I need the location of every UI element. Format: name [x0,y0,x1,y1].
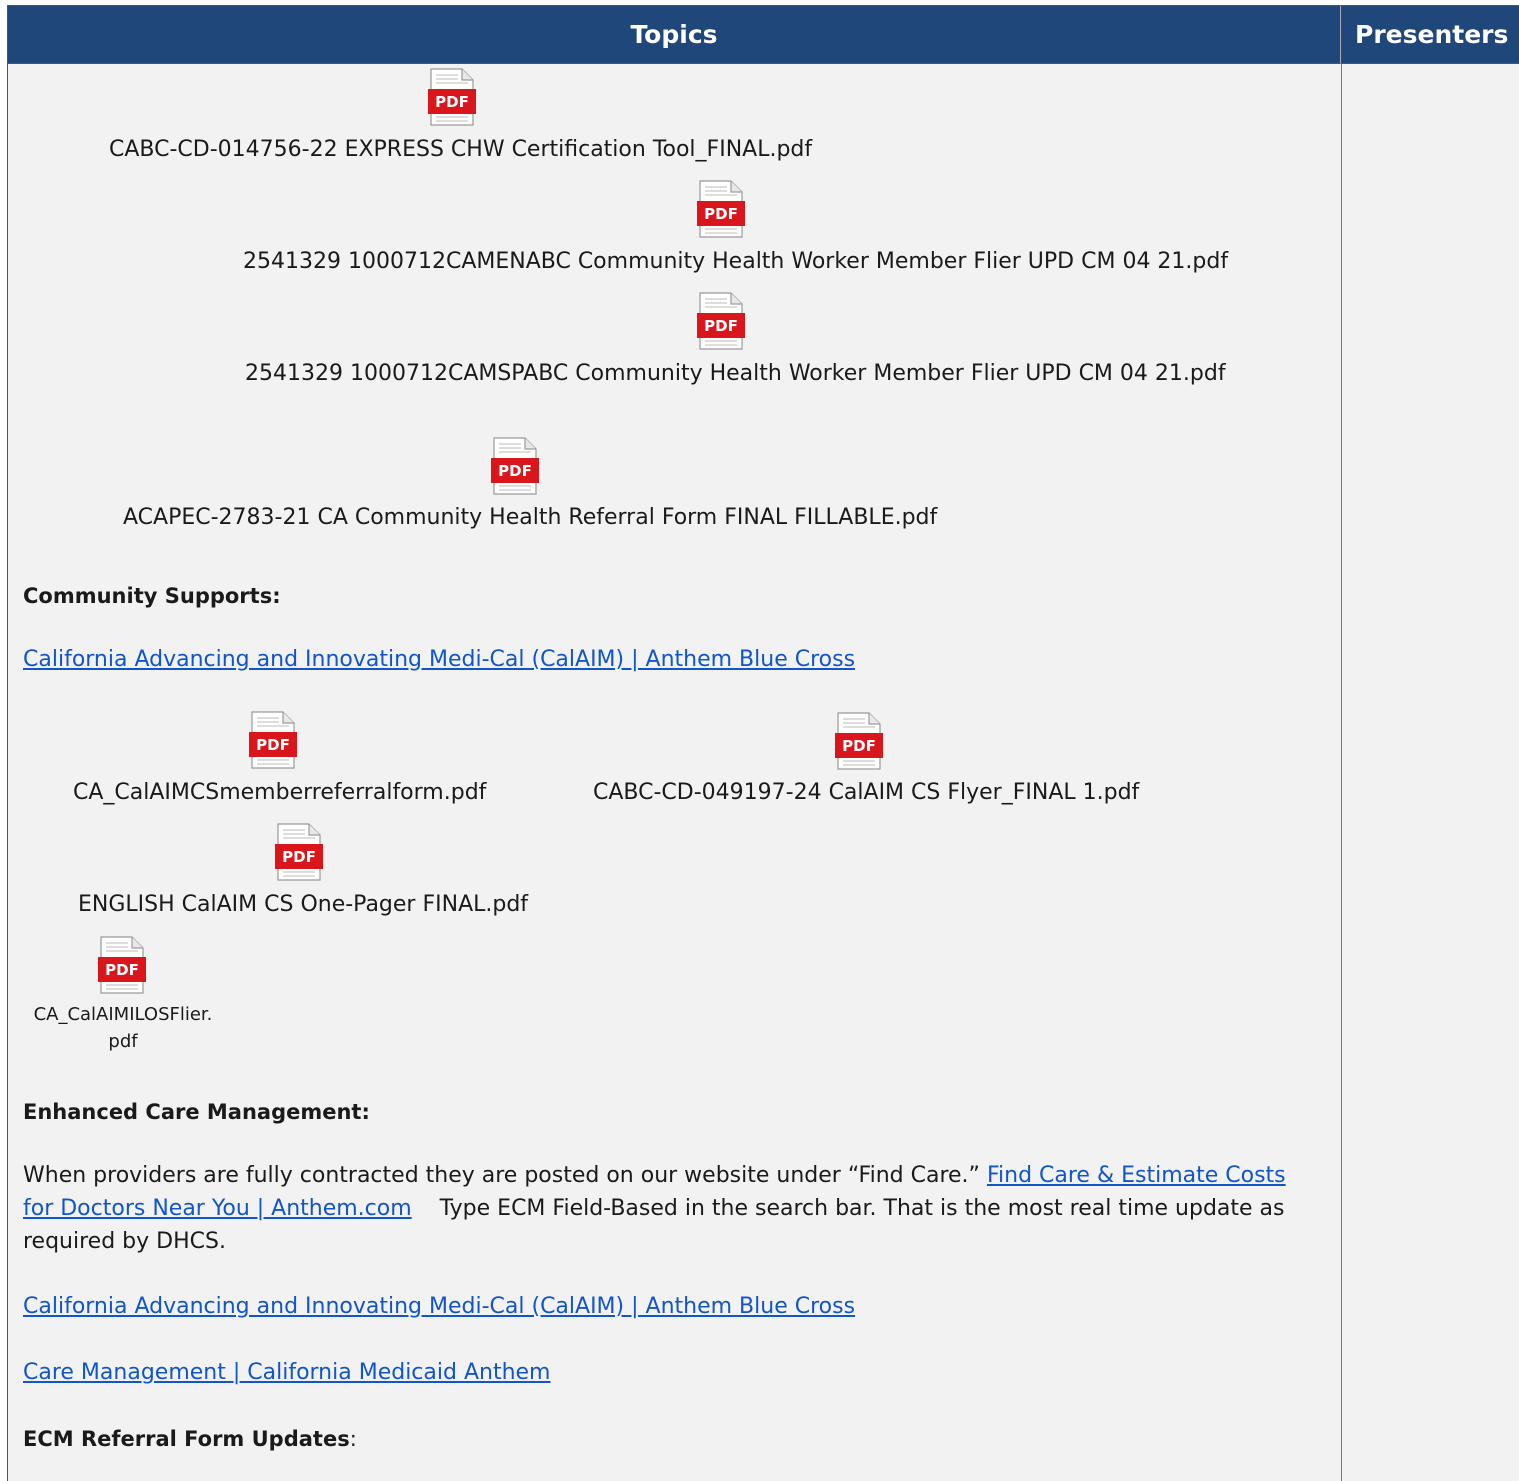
svg-text:PDF: PDF [282,848,316,866]
pdf-icon[interactable]: PDF [697,292,745,350]
pdf-icon[interactable]: PDF [491,437,539,495]
svg-text:PDF: PDF [498,462,532,480]
ecm-paragraph: When providers are fully contracted they… [23,1159,1313,1258]
care-management-link[interactable]: Care Management | California Medicaid An… [23,1360,550,1385]
svg-text:PDF: PDF [704,317,738,335]
presenters-header: Presenters [1341,6,1519,64]
calaim-link[interactable]: California Advancing and Innovating Medi… [23,647,855,672]
svg-text:PDF: PDF [842,737,876,755]
pdf-icon[interactable]: PDF [835,712,883,770]
pdf-icon[interactable]: PDF [428,68,476,126]
file-attachment-name[interactable]: 2541329 1000712CAMENABC Community Health… [243,249,1228,274]
svg-text:PDF: PDF [105,961,139,979]
svg-text:PDF: PDF [704,205,738,223]
pdf-icon[interactable]: PDF [697,180,745,238]
pdf-icon[interactable]: PDF [98,936,146,994]
community-supports-heading: Community Supports: [23,584,281,608]
calaim-link-2[interactable]: California Advancing and Innovating Medi… [23,1294,855,1319]
ecm-referral-heading: ECM Referral Form Updates: [23,1427,357,1451]
file-attachment-name-line2: pdf [108,1031,138,1052]
file-attachment-name[interactable]: CABC-CD-049197-24 CalAIM CS Flyer_FINAL … [593,780,1139,805]
file-attachment-name[interactable]: CA_CalAIMILOSFlier. pdf [23,1001,223,1055]
file-attachment-name[interactable]: ACAPEC-2783-21 CA Community Health Refer… [123,505,937,530]
topics-cell: PDF CABC-CD-014756-22 EXPRESS CHW Certif… [8,64,1342,1481]
file-attachment-name-line1: CA_CalAIMILOSFlier. [33,1004,213,1025]
topics-header: Topics [8,6,1341,64]
agenda-table: Topics Presenters PDF CABC-CD-014756-22 … [7,5,1519,1481]
svg-text:PDF: PDF [435,93,469,111]
ecm-text-before: When providers are fully contracted they… [23,1163,987,1188]
file-attachment-name[interactable]: 2541329 1000712CAMSPABC Community Health… [245,361,1226,386]
file-attachment-name[interactable]: CABC-CD-014756-22 EXPRESS CHW Certificat… [109,137,812,162]
pdf-icon[interactable]: PDF [249,711,297,769]
ecm-referral-heading-text: ECM Referral Form Updates [23,1427,350,1451]
svg-text:PDF: PDF [256,736,290,754]
pdf-icon[interactable]: PDF [275,823,323,881]
file-attachment-name[interactable]: CA_CalAIMCSmemberreferralform.pdf [73,780,486,805]
presenters-cell [1342,64,1519,1481]
ecm-heading: Enhanced Care Management: [23,1100,370,1124]
file-attachment-name[interactable]: ENGLISH CalAIM CS One-Pager FINAL.pdf [78,892,528,917]
ecm-referral-colon: : [349,1427,357,1451]
